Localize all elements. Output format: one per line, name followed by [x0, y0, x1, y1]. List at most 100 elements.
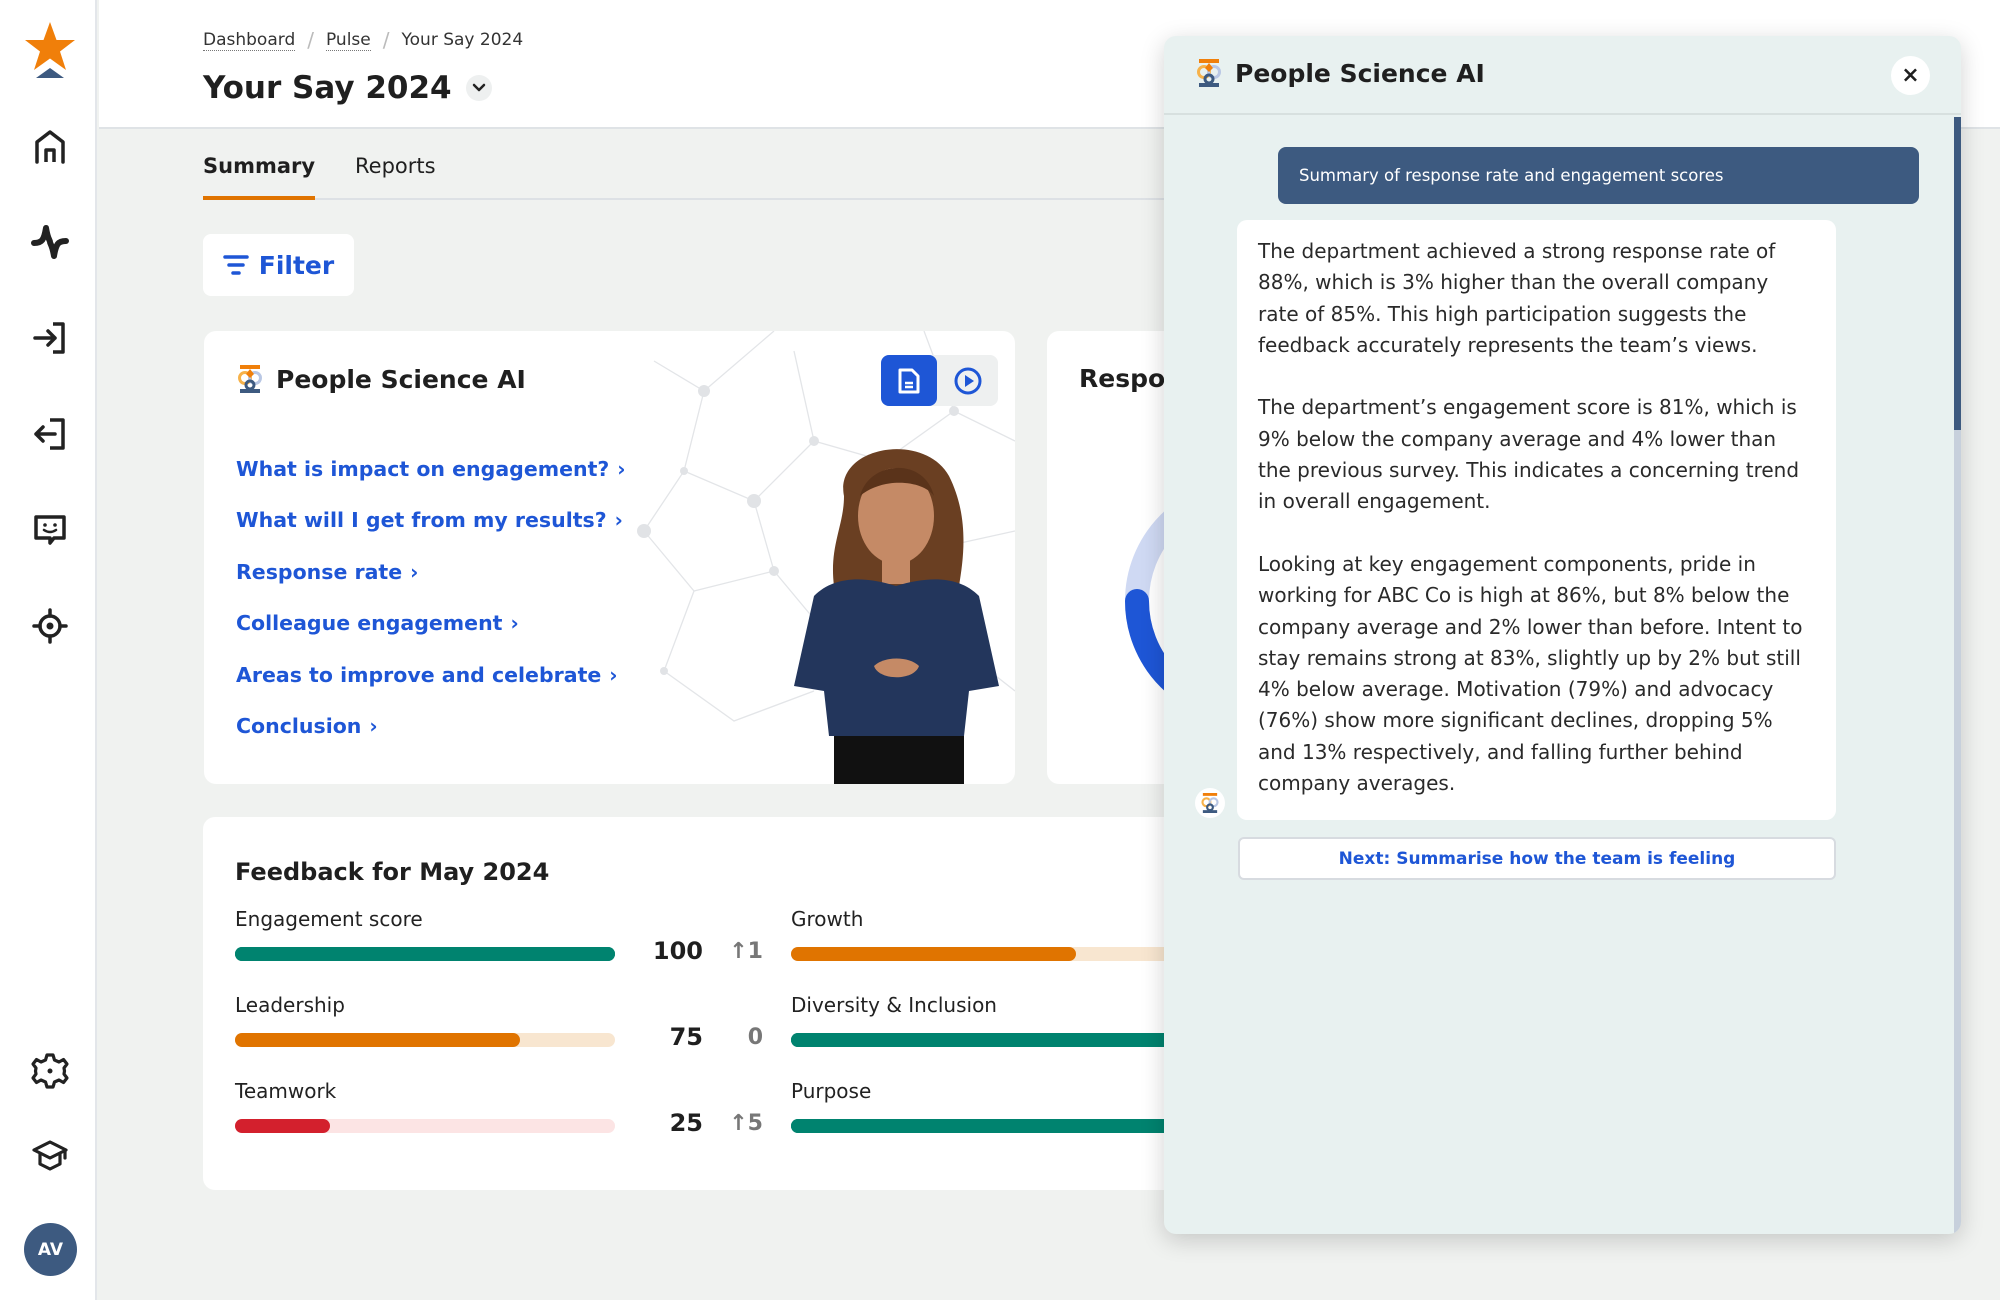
filter-button[interactable]: Filter [203, 234, 354, 296]
metric-bar-track [235, 1033, 615, 1047]
metric-bar-track [791, 1119, 1171, 1133]
ai-topic-links: What is impact on engagement? › What will… [236, 443, 626, 752]
star-logo-icon[interactable] [24, 20, 76, 80]
title-dropdown-button[interactable] [465, 75, 492, 101]
metric-bar-fill [791, 1119, 1171, 1133]
graduation-cap-icon[interactable] [25, 1130, 75, 1180]
pulse-icon[interactable] [25, 217, 75, 267]
login-icon[interactable] [25, 313, 75, 363]
page-title-text: Your Say 2024 [203, 70, 452, 106]
link-label: Conclusion [236, 714, 362, 739]
metric-label: Leadership [235, 993, 345, 1017]
home-icon[interactable] [25, 121, 75, 171]
metric-bar-fill [235, 1119, 330, 1133]
user-avatar[interactable]: AV [24, 1223, 77, 1276]
tab-bar: Summary Reports [203, 150, 1203, 200]
user-message: Summary of response rate and engagement … [1278, 147, 1919, 204]
logout-icon[interactable] [25, 409, 75, 459]
metric-bar-track [235, 947, 615, 961]
close-panel-button[interactable]: × [1891, 56, 1930, 95]
chevron-right-icon: › [510, 611, 519, 636]
panel-scrollbar-thumb[interactable] [1954, 117, 1961, 430]
link-response-rate[interactable]: Response rate › [236, 546, 626, 598]
link-label: Response rate [236, 559, 403, 584]
close-icon: × [1901, 63, 1920, 88]
chat-smile-icon[interactable] [25, 505, 75, 555]
ai-presenter-video[interactable] [774, 436, 1015, 784]
gear-icon[interactable] [25, 1046, 75, 1096]
metric-label: Growth [791, 907, 864, 931]
filter-label: Filter [258, 250, 335, 280]
ai-message-paragraph: The department’s engagement score is 81%… [1258, 395, 1800, 514]
people-science-logo-icon [238, 365, 262, 393]
breadcrumb: Dashboard / Pulse / Your Say 2024 [203, 28, 523, 52]
metric-row: Teamwork 25 ↑5 [235, 1079, 763, 1149]
link-label: What is impact on engagement? [236, 456, 610, 481]
document-icon [898, 368, 920, 393]
metric-value: 25 [669, 1109, 703, 1137]
chevron-right-icon: › [410, 559, 419, 584]
link-label: Areas to improve and celebrate [236, 662, 602, 687]
metric-bar-track [791, 1033, 1171, 1047]
panel-scrollbar[interactable] [1954, 117, 1961, 1234]
metric-bar-fill [791, 1033, 1171, 1047]
ai-message-paragraph: Looking at key engagement components, pr… [1258, 551, 1803, 796]
filter-icon [223, 255, 249, 275]
breadcrumb-pulse[interactable]: Pulse [325, 30, 371, 51]
metric-bar-fill [791, 947, 1076, 961]
page-title: Your Say 2024 [203, 70, 492, 106]
link-label: What will I get from my results? [236, 508, 607, 533]
ai-message-paragraph: The department achieved a strong respons… [1258, 239, 1776, 357]
link-what-will-i-get[interactable]: What will I get from my results? › [236, 495, 626, 547]
chevron-right-icon: › [369, 714, 378, 739]
people-science-logo-icon [1197, 59, 1221, 87]
video-mode-button[interactable] [940, 355, 996, 406]
panel-title-text: People Science AI [1235, 58, 1485, 88]
metric-delta: ↑5 [729, 1111, 763, 1136]
feedback-title: Feedback for May 2024 [235, 858, 550, 886]
metric-delta: 0 [747, 1025, 763, 1050]
metric-label: Purpose [791, 1079, 872, 1103]
metric-label: Engagement score [235, 907, 423, 931]
metric-label: Diversity & Inclusion [791, 993, 997, 1017]
chevron-right-icon: › [614, 508, 623, 533]
chevron-right-icon: › [609, 662, 618, 687]
ai-card-header: People Science AI [236, 364, 526, 394]
breadcrumb-current: Your Say 2024 [401, 30, 524, 50]
tab-summary[interactable]: Summary [203, 154, 316, 200]
document-mode-button[interactable] [881, 355, 937, 406]
breadcrumb-separator: / [382, 28, 390, 52]
people-science-ai-panel: People Science AI × Summary of response … [1164, 36, 1961, 1234]
tab-reports[interactable]: Reports [355, 154, 436, 196]
link-label: Colleague engagement [236, 611, 503, 636]
link-impact-on-engagement[interactable]: What is impact on engagement? › [236, 443, 626, 495]
panel-header: People Science AI × [1164, 36, 1961, 115]
sidebar: AV [0, 0, 97, 1300]
metric-bar-fill [235, 947, 615, 961]
bot-avatar-icon [1195, 788, 1225, 818]
link-conclusion[interactable]: Conclusion › [236, 701, 626, 753]
people-science-ai-card: People Science AI What is impact on enga… [204, 331, 1015, 784]
breadcrumb-separator: / [307, 28, 314, 52]
breadcrumb-dashboard[interactable]: Dashboard [203, 30, 296, 51]
metric-delta: ↑1 [729, 939, 763, 964]
metric-bar-track [235, 1119, 615, 1133]
ai-card-title: People Science AI [276, 364, 526, 394]
panel-title: People Science AI [1195, 58, 1485, 88]
metric-value: 100 [652, 937, 703, 965]
ai-message: The department achieved a strong respons… [1237, 220, 1836, 820]
play-circle-icon [954, 367, 982, 394]
metric-value: 75 [669, 1023, 703, 1051]
metric-bar-fill [235, 1033, 520, 1047]
metric-row: Leadership 75 0 [235, 993, 763, 1063]
link-areas-to-improve[interactable]: Areas to improve and celebrate › [236, 649, 626, 701]
chevron-down-icon [472, 83, 485, 92]
chevron-right-icon: › [617, 456, 626, 481]
metric-bar-track [791, 947, 1171, 961]
view-mode-toggle [881, 355, 998, 406]
target-icon[interactable] [25, 601, 75, 651]
metric-row: Engagement score 100 ↑1 [235, 907, 763, 977]
link-colleague-engagement[interactable]: Colleague engagement › [236, 598, 626, 650]
metric-label: Teamwork [235, 1079, 337, 1103]
next-suggestion-button[interactable]: Next: Summarise how the team is feeling [1238, 837, 1836, 880]
